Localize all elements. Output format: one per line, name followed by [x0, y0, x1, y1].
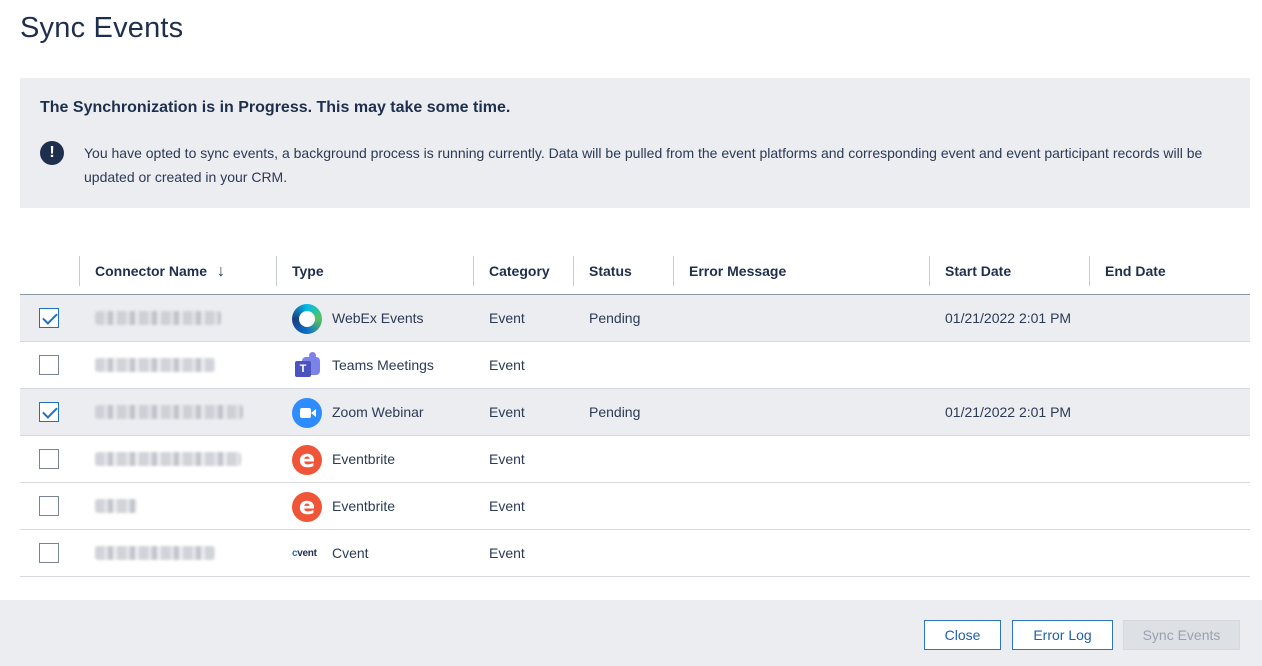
- category-cell: Event: [489, 357, 525, 373]
- eventbrite-icon: e: [292, 492, 322, 522]
- start-date-cell: 01/21/2022 2:01 PM: [945, 404, 1072, 420]
- category-cell: Event: [489, 498, 525, 514]
- type-label: Eventbrite: [332, 451, 396, 467]
- teams-icon-front: T: [295, 361, 311, 377]
- type-label: Zoom Webinar: [332, 404, 424, 420]
- cvent-icon-mark: c: [292, 548, 298, 559]
- column-divider: [1089, 256, 1090, 286]
- eventbrite-icon: e: [292, 445, 322, 475]
- type-label: Cvent: [332, 545, 369, 561]
- cvent-icon: cvent: [292, 548, 317, 559]
- banner-title: The Synchronization is in Progress. This…: [40, 99, 511, 116]
- column-header-start-date[interactable]: Start Date: [945, 248, 1011, 294]
- table-row[interactable]: e Eventbrite Event: [20, 436, 1250, 483]
- table-row[interactable]: e Eventbrite Event: [20, 483, 1250, 530]
- teams-icon: T: [292, 351, 322, 381]
- column-divider: [79, 256, 80, 286]
- row-checkbox[interactable]: [39, 449, 59, 469]
- webex-icon: [292, 304, 322, 334]
- column-header-end-date[interactable]: End Date: [1105, 248, 1166, 294]
- row-checkbox[interactable]: [39, 308, 59, 328]
- exclamation-circle-icon: !: [40, 141, 64, 165]
- column-header-type[interactable]: Type: [292, 248, 324, 294]
- close-button[interactable]: Close: [924, 620, 1001, 650]
- type-label: WebEx Events: [332, 310, 424, 326]
- connector-name-redacted: [95, 499, 137, 513]
- table-row[interactable]: T Teams Meetings Event: [20, 342, 1250, 389]
- column-header-category[interactable]: Category: [489, 248, 550, 294]
- dialog-footer: Close Error Log Sync Events: [0, 600, 1262, 666]
- column-divider: [276, 256, 277, 286]
- category-cell: Event: [489, 545, 525, 561]
- zoom-icon: [292, 398, 322, 428]
- sync-events-table: Connector Name ↓ Type Category Status Err…: [20, 248, 1250, 577]
- row-checkbox[interactable]: [39, 496, 59, 516]
- page-title: Sync Events: [20, 12, 184, 44]
- connector-name-redacted: [95, 452, 241, 466]
- row-checkbox[interactable]: [39, 543, 59, 563]
- type-label: Teams Meetings: [332, 357, 434, 373]
- table-header: Connector Name ↓ Type Category Status Err…: [20, 248, 1250, 295]
- zoom-icon-lens: [311, 409, 316, 417]
- category-cell: Event: [489, 310, 525, 326]
- sync-progress-banner: The Synchronization is in Progress. This…: [20, 78, 1250, 208]
- zoom-icon-camera: [300, 408, 311, 418]
- category-cell: Event: [489, 404, 525, 420]
- row-checkbox[interactable]: [39, 355, 59, 375]
- arrow-down-icon[interactable]: ↓: [217, 249, 225, 295]
- column-divider: [573, 256, 574, 286]
- column-header-error-message[interactable]: Error Message: [689, 248, 786, 294]
- connector-name-redacted: [95, 311, 221, 325]
- type-label: Eventbrite: [332, 498, 396, 514]
- sync-events-button[interactable]: Sync Events: [1123, 620, 1240, 650]
- row-checkbox[interactable]: [39, 402, 59, 422]
- column-divider: [473, 256, 474, 286]
- connector-name-redacted: [95, 405, 243, 419]
- connector-name-redacted: [95, 358, 215, 372]
- column-header-connector-name[interactable]: Connector Name ↓: [95, 248, 225, 294]
- banner-message: You have opted to sync events, a backgro…: [84, 145, 1203, 185]
- column-header-status[interactable]: Status: [589, 248, 632, 294]
- connector-name-redacted: [95, 546, 215, 560]
- column-label: Connector Name: [95, 263, 208, 279]
- column-divider: [673, 256, 674, 286]
- status-cell: Pending: [589, 310, 641, 326]
- column-divider: [929, 256, 930, 286]
- status-cell: Pending: [589, 404, 641, 420]
- table-row[interactable]: cvent Cvent Event: [20, 530, 1250, 577]
- table-row[interactable]: Zoom Webinar Event Pending 01/21/2022 2:…: [20, 389, 1250, 436]
- start-date-cell: 01/21/2022 2:01 PM: [945, 310, 1072, 326]
- table-row[interactable]: WebEx Events Event Pending 01/21/2022 2:…: [20, 295, 1250, 342]
- category-cell: Event: [489, 451, 525, 467]
- error-log-button[interactable]: Error Log: [1012, 620, 1113, 650]
